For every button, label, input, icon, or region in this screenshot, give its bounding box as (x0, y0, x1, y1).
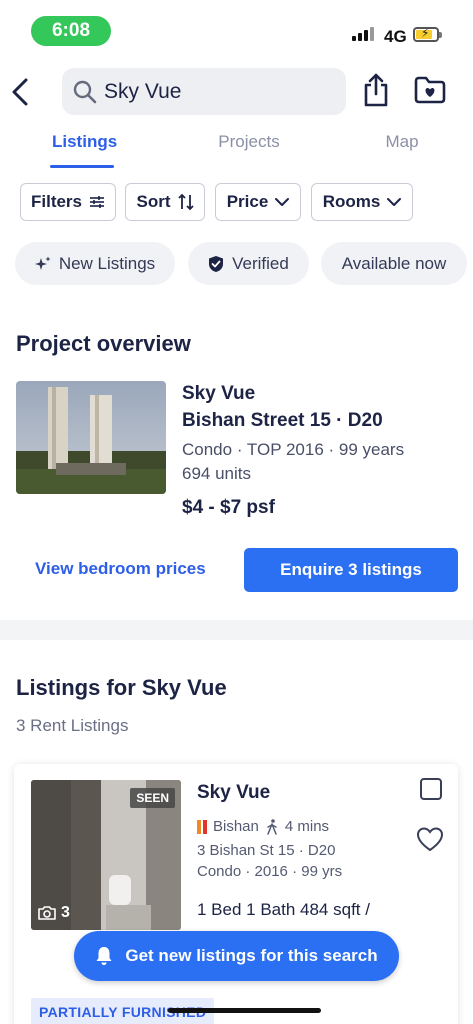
search-input[interactable] (104, 79, 324, 104)
sort-arrows-icon (177, 193, 194, 211)
listing-meta: Condo · 2016 · 99 yrs (197, 863, 343, 880)
listing-title: Sky Vue (197, 782, 271, 803)
filters-label: Filters (30, 192, 83, 211)
price-label: Price (226, 192, 269, 211)
chevron-left-icon (12, 78, 28, 106)
search-icon (73, 80, 97, 103)
active-tab-indicator (50, 165, 114, 168)
project-psf: $4 - $7 psf (182, 497, 275, 518)
shield-check-icon (209, 255, 224, 272)
available-now-filter[interactable]: Available now (321, 242, 467, 285)
enquire-listings-button[interactable]: Enquire 3 listings (244, 548, 458, 592)
listing-photo[interactable]: SEEN 3 (31, 780, 181, 930)
status-time: 6:08 (31, 16, 111, 46)
status-bar: 6:08 4G ⚡ (0, 0, 473, 58)
project-photo[interactable] (16, 381, 166, 494)
mrt-station: Bishan (213, 818, 259, 835)
search-bar[interactable] (62, 68, 346, 115)
walking-icon (267, 818, 277, 835)
share-icon (364, 73, 388, 107)
photo-count-value: 3 (61, 904, 70, 921)
sliders-icon (90, 196, 105, 208)
rooms-label: Rooms (322, 192, 381, 211)
tab-projects[interactable]: Projects (212, 132, 286, 152)
listings-heading: Listings for Sky Vue (16, 675, 227, 700)
save-to-folder-button[interactable] (414, 76, 446, 104)
view-tabs: Listings Projects Map (0, 132, 473, 174)
folder-heart-icon (414, 76, 446, 104)
battery-icon: ⚡ (413, 26, 442, 42)
listing-address: 3 Bishan St 15 · D20 (197, 842, 336, 859)
camera-icon (38, 906, 56, 920)
heart-icon (416, 827, 444, 852)
new-listings-filter[interactable]: New Listings (15, 242, 175, 285)
available-now-label: Available now (341, 253, 447, 273)
compare-checkbox[interactable] (420, 778, 442, 800)
view-bedroom-prices-link[interactable]: View bedroom prices (35, 559, 206, 579)
filters-button[interactable]: Filters (20, 183, 116, 221)
new-listings-label: New Listings (58, 253, 156, 273)
seen-badge: SEEN (130, 788, 175, 808)
rooms-dropdown[interactable]: Rooms (311, 183, 413, 221)
section-divider (0, 620, 473, 640)
project-units: 694 units (182, 464, 251, 483)
project-address: Bishan Street 15 · D20 (182, 410, 383, 431)
signal-icon (352, 27, 374, 41)
photo-count: 3 (37, 904, 70, 922)
get-new-listings-button[interactable]: Get new listings for this search (74, 931, 399, 981)
price-dropdown[interactable]: Price (215, 183, 301, 221)
chevron-down-icon (387, 198, 402, 206)
sort-label: Sort (136, 192, 171, 211)
listing-mrt-line: Bishan 4 mins (197, 818, 329, 835)
listing-card[interactable]: SEEN 3 Sky Vue Bishan 4 mins 3 Bishan St… (14, 764, 458, 1024)
tab-map[interactable]: Map (380, 132, 424, 152)
verified-label: Verified (232, 253, 289, 273)
verified-filter[interactable]: Verified (188, 242, 309, 285)
mrt-line-icon (197, 819, 207, 834)
bell-icon (96, 947, 112, 965)
back-button[interactable] (6, 72, 34, 112)
share-button[interactable] (361, 72, 391, 108)
network-label: 4G (384, 27, 407, 46)
project-name: Sky Vue (182, 383, 256, 404)
listing-count: 3 Rent Listings (16, 716, 129, 735)
get-new-listings-label: Get new listings for this search (125, 946, 378, 965)
sort-button[interactable]: Sort (125, 183, 205, 221)
favorite-button[interactable] (416, 826, 444, 852)
sparkle-icon (34, 256, 51, 270)
home-indicator (168, 1008, 321, 1013)
tab-listings[interactable]: Listings (52, 132, 117, 152)
chevron-down-icon (275, 198, 290, 206)
project-meta: Condo · TOP 2016 · 99 years (182, 440, 405, 459)
walk-time: 4 mins (284, 818, 330, 835)
project-overview-heading: Project overview (16, 331, 191, 356)
listing-specs: 1 Bed 1 Bath 484 sqft / (197, 900, 370, 919)
